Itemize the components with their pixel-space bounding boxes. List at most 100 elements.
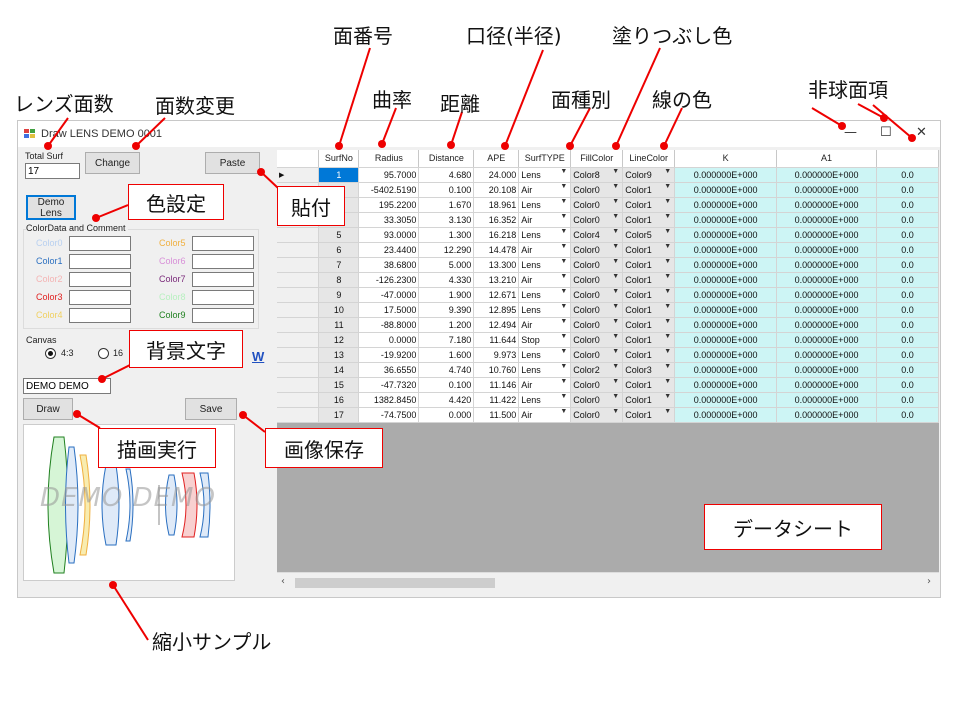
- k-cell[interactable]: 0.000000E+000: [674, 257, 778, 273]
- k-cell[interactable]: 0.000000E+000: [674, 182, 778, 198]
- fillcolor-combo[interactable]: Color2 ▼: [570, 362, 624, 378]
- fillcolor-combo[interactable]: Color0 ▼: [570, 257, 624, 273]
- fillcolor-combo[interactable]: Color0 ▼: [570, 332, 624, 348]
- scroll-right-icon[interactable]: ›: [927, 576, 931, 587]
- dropdown-arrow-icon[interactable]: ▼: [560, 243, 567, 250]
- a1-cell[interactable]: 0.000000E+000: [776, 272, 878, 288]
- dropdown-arrow-icon[interactable]: ▼: [560, 288, 567, 295]
- radius-cell[interactable]: -88.8000: [358, 317, 420, 333]
- a2-cell[interactable]: 0.0: [876, 242, 939, 258]
- dropdown-arrow-icon[interactable]: ▼: [664, 363, 671, 370]
- table-row[interactable]: 8 -126.2300 4.330 13.210 Air ▼ Color0 ▼ Color1 ▼ 0…: [277, 272, 939, 288]
- column-header[interactable]: K: [674, 150, 778, 168]
- distance-cell[interactable]: 0.100: [418, 182, 475, 198]
- column-header[interactable]: FillColor: [570, 150, 624, 168]
- table-row[interactable]: 3195.22001.67018.961Lens▼Color0▼Color1▼0…: [277, 197, 939, 213]
- linecolor-combo[interactable]: Color1 ▼: [622, 377, 676, 393]
- dropdown-arrow-icon[interactable]: ▼: [664, 198, 671, 205]
- fillcolor-combo[interactable]: Color4 ▼: [570, 227, 624, 243]
- background-text-input[interactable]: DEMO DEMO: [23, 378, 111, 394]
- dropdown-arrow-icon[interactable]: ▼: [560, 273, 567, 280]
- distance-cell[interactable]: 0.000: [418, 407, 475, 423]
- a2-cell[interactable]: 0.0: [876, 407, 939, 423]
- radio-43[interactable]: [45, 348, 56, 359]
- row-header[interactable]: [277, 287, 320, 303]
- linecolor-combo[interactable]: Color1 ▼: [622, 212, 676, 228]
- distance-cell[interactable]: 1.900: [418, 287, 475, 303]
- radius-cell[interactable]: 95.7000: [358, 167, 420, 183]
- color-comment-input-7[interactable]: [192, 272, 254, 287]
- linecolor-combo[interactable]: Color3 ▼: [622, 362, 676, 378]
- color-comment-input-8[interactable]: [192, 290, 254, 305]
- surftype-combo[interactable]: Air ▼: [518, 182, 572, 198]
- dropdown-arrow-icon[interactable]: ▼: [612, 333, 619, 340]
- radius-cell[interactable]: -126.2300: [358, 272, 420, 288]
- surf-no-cell[interactable]: 7: [318, 257, 360, 273]
- distance-cell[interactable]: 9.390: [418, 302, 475, 318]
- radius-cell[interactable]: -19.9200: [358, 347, 420, 363]
- dropdown-arrow-icon[interactable]: ▼: [560, 318, 567, 325]
- ape-cell[interactable]: 20.108: [473, 182, 520, 198]
- distance-cell[interactable]: 7.180: [418, 332, 475, 348]
- row-header[interactable]: [277, 302, 320, 318]
- k-cell[interactable]: 0.000000E+000: [674, 287, 778, 303]
- surftype-combo[interactable]: Lens ▼: [518, 347, 572, 363]
- ape-cell[interactable]: 16.352: [473, 212, 520, 228]
- dropdown-arrow-icon[interactable]: ▼: [664, 273, 671, 280]
- dropdown-arrow-icon[interactable]: ▼: [560, 228, 567, 235]
- ape-cell[interactable]: 9.973: [473, 347, 520, 363]
- a2-cell[interactable]: 0.0: [876, 167, 939, 183]
- a1-cell[interactable]: 0.000000E+000: [776, 302, 878, 318]
- dropdown-arrow-icon[interactable]: ▼: [560, 213, 567, 220]
- dropdown-arrow-icon[interactable]: ▼: [664, 333, 671, 340]
- a1-cell[interactable]: 0.000000E+000: [776, 347, 878, 363]
- surf-no-cell[interactable]: 14: [318, 362, 360, 378]
- row-header[interactable]: [277, 257, 320, 273]
- surftype-combo[interactable]: Air ▼: [518, 212, 572, 228]
- column-header[interactable]: [876, 150, 939, 168]
- table-row[interactable]: 17 -74.7500 0.000 11.500 Air ▼ Color0 ▼ Color1 ▼ 0…: [277, 407, 939, 423]
- distance-cell[interactable]: 5.000: [418, 257, 475, 273]
- maximize-button[interactable]: ☐: [880, 125, 892, 140]
- save-button[interactable]: Save: [185, 398, 237, 420]
- row-header[interactable]: [277, 242, 320, 258]
- k-cell[interactable]: 0.000000E+000: [674, 197, 778, 213]
- table-row[interactable]: 2-5402.51900.10020.108Air▼Color0▼Color1▼…: [277, 182, 939, 198]
- a1-cell[interactable]: 0.000000E+000: [776, 332, 878, 348]
- distance-cell[interactable]: 4.740: [418, 362, 475, 378]
- surf-no-cell[interactable]: 15: [318, 377, 360, 393]
- a2-cell[interactable]: 0.0: [876, 317, 939, 333]
- row-header[interactable]: [277, 332, 320, 348]
- change-button[interactable]: Change: [85, 152, 140, 174]
- dropdown-arrow-icon[interactable]: ▼: [612, 378, 619, 385]
- column-header[interactable]: APE: [473, 150, 520, 168]
- radius-cell[interactable]: 23.4400: [358, 242, 420, 258]
- column-header[interactable]: SurfTYPE: [518, 150, 572, 168]
- a1-cell[interactable]: 0.000000E+000: [776, 167, 878, 183]
- partial-link[interactable]: W: [252, 349, 264, 364]
- table-row[interactable]: 10 17.5000 9.390 12.895 Lens ▼ Color0 ▼ Color1 ▼ 0…: [277, 302, 939, 318]
- table-row[interactable]: 15 -47.7320 0.100 11.146 Air ▼ Color0 ▼ Color1 ▼ 0…: [277, 377, 939, 393]
- ape-cell[interactable]: 18.961: [473, 197, 520, 213]
- a1-cell[interactable]: 0.000000E+000: [776, 242, 878, 258]
- surf-no-cell[interactable]: 1: [318, 167, 360, 183]
- dropdown-arrow-icon[interactable]: ▼: [612, 288, 619, 295]
- surftype-combo[interactable]: Lens ▼: [518, 392, 572, 408]
- color-comment-input-6[interactable]: [192, 254, 254, 269]
- k-cell[interactable]: 0.000000E+000: [674, 347, 778, 363]
- fillcolor-combo[interactable]: Color0 ▼: [570, 182, 624, 198]
- a1-cell[interactable]: 0.000000E+000: [776, 182, 878, 198]
- k-cell[interactable]: 0.000000E+000: [674, 272, 778, 288]
- a1-cell[interactable]: 0.000000E+000: [776, 407, 878, 423]
- fillcolor-combo[interactable]: Color0 ▼: [570, 377, 624, 393]
- surf-no-cell[interactable]: 16: [318, 392, 360, 408]
- row-header[interactable]: [277, 227, 320, 243]
- a1-cell[interactable]: 0.000000E+000: [776, 362, 878, 378]
- radius-cell[interactable]: 36.6550: [358, 362, 420, 378]
- linecolor-combo[interactable]: Color1 ▼: [622, 272, 676, 288]
- radius-cell[interactable]: -47.0000: [358, 287, 420, 303]
- dropdown-arrow-icon[interactable]: ▼: [612, 273, 619, 280]
- k-cell[interactable]: 0.000000E+000: [674, 362, 778, 378]
- linecolor-combo[interactable]: Color1 ▼: [622, 317, 676, 333]
- surf-no-cell[interactable]: 12: [318, 332, 360, 348]
